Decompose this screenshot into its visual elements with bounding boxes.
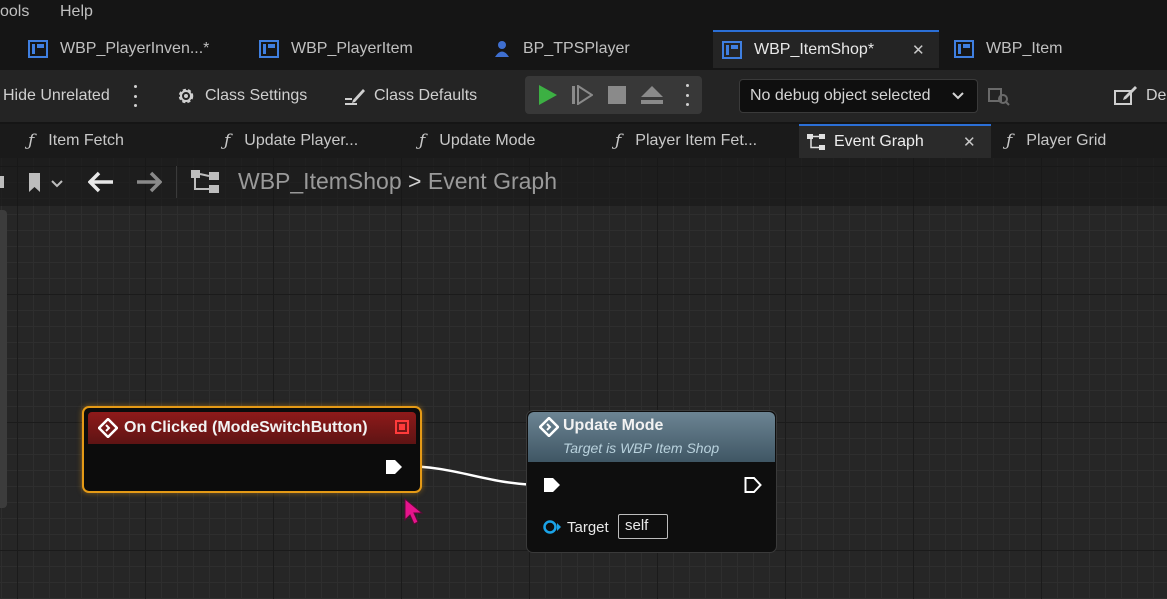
hide-unrelated-label: Hide Unrelated [3, 87, 110, 104]
chevron-down-icon [952, 92, 964, 100]
widget-blueprint-icon [259, 40, 279, 58]
event-graph-icon [807, 134, 825, 150]
target-pin-label: Target [567, 519, 609, 536]
event-diamond-icon [98, 418, 118, 438]
class-settings-label: Class Settings [205, 87, 308, 104]
graph-tab-label: Update Player... [244, 132, 359, 149]
eject-icon[interactable] [640, 85, 664, 105]
function-icon: ƒ [615, 131, 622, 151]
doc-tab-label: WBP_PlayerInven...* [60, 40, 210, 57]
graph-tab-label: Item Fetch [48, 132, 124, 149]
character-blueprint-icon [493, 40, 511, 58]
play-icon[interactable] [536, 84, 558, 106]
graph-tab-player-item-fetch[interactable]: ƒ Player Item Fet... [615, 124, 757, 158]
doc-tab-item[interactable]: WBP_Item [954, 30, 1062, 68]
designer-label: Des [1146, 87, 1167, 104]
doc-tab-label: WBP_ItemShop* [754, 41, 875, 58]
graph-tab-event-graph[interactable]: Event Graph ✕ [799, 124, 991, 158]
graph-tabs: ƒ Item Fetch ƒ Update Player... ƒ Update… [0, 124, 1167, 158]
menu-tools[interactable]: ools [0, 3, 29, 21]
mouse-cursor-icon [404, 498, 424, 525]
doc-tab-label: BP_TPSPlayer [523, 40, 630, 57]
edit-defaults-icon [345, 89, 365, 105]
function-icon: ƒ [224, 131, 231, 151]
exec-out-pin-icon[interactable] [744, 476, 762, 494]
menu-bar: ools Help [0, 0, 1167, 26]
function-icon: ƒ [1006, 131, 1013, 151]
left-edge-marker [0, 176, 4, 188]
close-icon[interactable]: ✕ [912, 41, 925, 59]
on-clicked-event-node[interactable]: On Clicked (ModeSwitchButton) [82, 406, 422, 493]
exec-out-pin-icon[interactable] [385, 458, 403, 476]
stop-icon[interactable] [608, 86, 626, 104]
function-icon: ƒ [28, 131, 35, 151]
play-options-icon[interactable] [685, 84, 689, 106]
object-pin-icon[interactable] [542, 519, 562, 535]
play-controls [525, 76, 702, 114]
graph-tab-player-grid[interactable]: ƒ Player Grid [1006, 124, 1106, 158]
doc-tab-label: WBP_Item [986, 40, 1063, 57]
widget-blueprint-icon [954, 40, 974, 58]
designer-icon [1114, 86, 1137, 105]
graph-tab-label: Update Mode [439, 132, 536, 149]
breadcrumb: WBP_ItemShop > Event Graph [238, 168, 557, 195]
target-self-field[interactable]: self [618, 514, 668, 539]
graph-tab-label: Player Item Fet... [635, 132, 758, 149]
step-icon[interactable] [571, 85, 593, 105]
divider [176, 166, 177, 198]
more-options-icon[interactable] [133, 85, 137, 107]
menu-help[interactable]: Help [60, 3, 93, 21]
graph-tab-item-fetch[interactable]: ƒ Item Fetch [28, 124, 124, 158]
doc-tab-player-inventory[interactable]: WBP_PlayerInven...* [28, 30, 209, 68]
find-debug-icon[interactable] [988, 86, 1010, 106]
forward-arrow-icon[interactable] [136, 171, 162, 193]
bookmark-icon[interactable] [28, 172, 68, 194]
node-title: Update Mode [563, 417, 664, 434]
document-tabs: WBP_PlayerInven...* WBP_PlayerItem BP_TP… [0, 30, 1167, 68]
function-call-icon [539, 417, 559, 437]
scrollbar[interactable] [0, 210, 7, 508]
hide-unrelated-button[interactable]: Hide Unrelated [3, 84, 110, 108]
class-settings-button[interactable]: Class Settings [175, 84, 307, 108]
doc-tab-player-item[interactable]: WBP_PlayerItem [259, 30, 413, 68]
node-subtitle: Target is WBP Item Shop [563, 440, 720, 456]
back-arrow-icon[interactable] [88, 171, 114, 193]
graph-tab-label: Event Graph [834, 133, 924, 150]
breadcrumb-blueprint[interactable]: WBP_ItemShop [238, 168, 402, 194]
class-defaults-label: Class Defaults [374, 87, 478, 104]
breadcrumb-separator: > [408, 168, 422, 194]
doc-tab-label: WBP_PlayerItem [291, 40, 413, 57]
class-defaults-button[interactable]: Class Defaults [344, 84, 477, 108]
graph-tab-label: Player Grid [1026, 132, 1107, 149]
output-delegate-pin-icon[interactable] [395, 420, 409, 434]
widget-blueprint-icon [28, 40, 48, 58]
close-icon[interactable]: ✕ [963, 133, 976, 151]
event-graph-icon [191, 170, 219, 193]
widget-blueprint-icon [722, 41, 742, 59]
debug-object-select[interactable]: No debug object selected [739, 79, 978, 113]
exec-in-pin-icon[interactable] [543, 476, 561, 494]
doc-tab-tps-player[interactable]: BP_TPSPlayer [493, 30, 630, 68]
graph-tab-update-player[interactable]: ƒ Update Player... [224, 124, 358, 158]
node-title: On Clicked (ModeSwitchButton) [124, 419, 368, 436]
breadcrumb-graph[interactable]: Event Graph [428, 168, 557, 194]
gear-icon [178, 88, 194, 104]
graph-tab-update-mode[interactable]: ƒ Update Mode [419, 124, 535, 158]
function-icon: ƒ [419, 131, 426, 151]
designer-button[interactable]: Des [1114, 84, 1167, 108]
doc-tab-item-shop[interactable]: WBP_ItemShop* ✕ [713, 30, 939, 68]
debug-object-value: No debug object selected [750, 87, 931, 104]
